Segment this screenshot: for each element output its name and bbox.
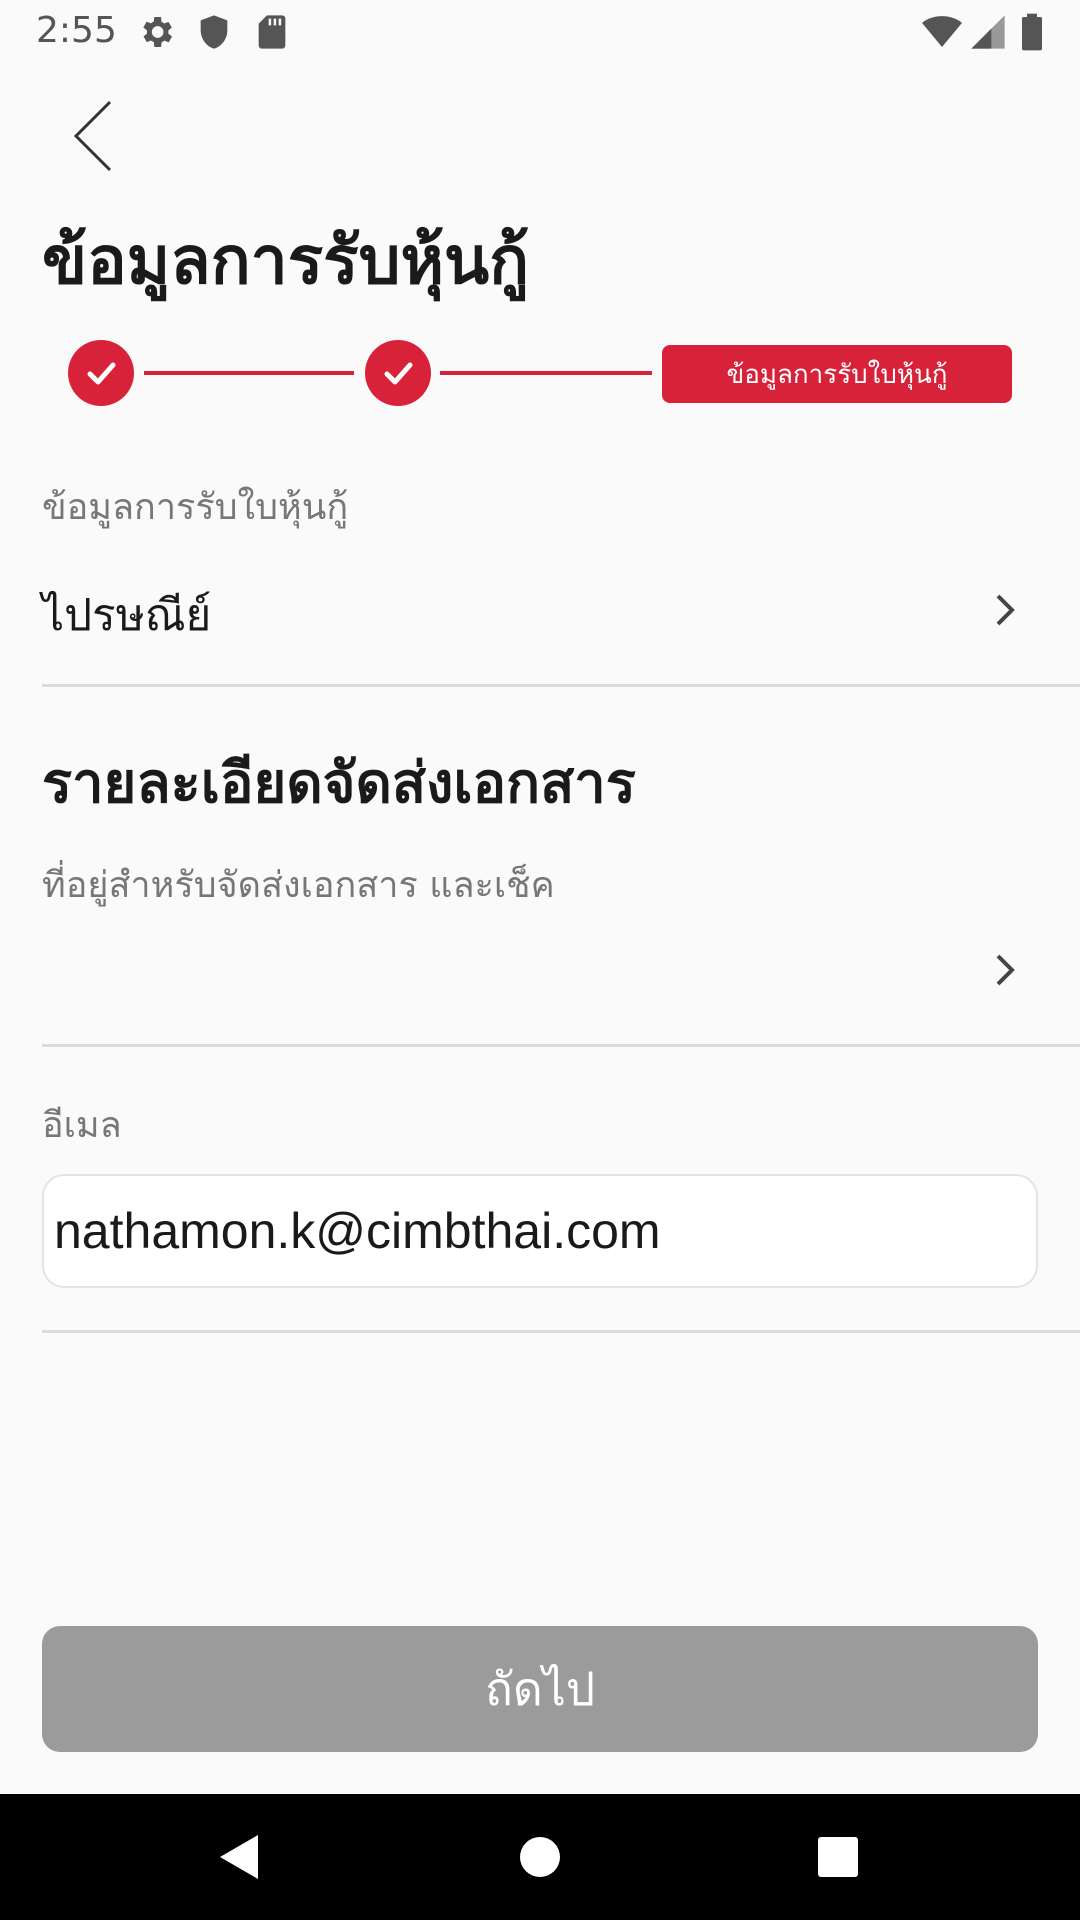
delivery-address-selector[interactable]: [0, 930, 1080, 1010]
system-nav-bar: [0, 1794, 1080, 1920]
step-1-complete: [68, 340, 134, 406]
gear-icon: [136, 12, 176, 52]
step-2-complete: [365, 340, 431, 406]
back-triangle-icon[interactable]: [210, 1827, 270, 1887]
page-title: ข้อมูลการรับหุ้นกู้: [42, 222, 530, 299]
certificate-receipt-selector[interactable]: ไปรษณีย์: [0, 570, 1080, 650]
recents-square-icon[interactable]: [808, 1827, 868, 1887]
divider: [42, 1044, 1080, 1047]
progress-stepper: ข้อมูลการรับใบหุ้นกู้: [0, 340, 1080, 408]
back-button[interactable]: [60, 96, 132, 176]
email-label: อีเมล: [42, 1105, 122, 1146]
check-icon: [384, 362, 413, 385]
screen: 2:55 ข้อมูลการรับหุ้นกู้ ข้อมูลการรับใบห…: [0, 0, 1080, 1920]
certificate-receipt-value: ไปรษณีย์: [42, 590, 212, 641]
sd-card-icon: [252, 12, 292, 52]
status-time: 2:55: [36, 10, 117, 51]
certificate-receipt-label: ข้อมูลการรับใบหุ้นกู้: [42, 487, 349, 528]
wifi-icon: [922, 12, 962, 52]
status-bar: 2:55: [0, 0, 1080, 64]
check-icon: [87, 362, 116, 385]
battery-icon: [1012, 12, 1052, 52]
delivery-address-label: ที่อยู่สำหรับจัดส่งเอกสาร และเช็ค: [42, 865, 555, 906]
divider: [42, 684, 1080, 687]
email-field[interactable]: [42, 1174, 1038, 1288]
delivery-section-title: รายละเอียดจัดส่งเอกสาร: [42, 751, 636, 816]
chevron-right-icon: [992, 590, 1020, 630]
home-circle-icon[interactable]: [510, 1827, 570, 1887]
chevron-right-icon: [992, 950, 1020, 990]
shield-icon: [194, 12, 234, 52]
next-button[interactable]: ถัดไป: [42, 1626, 1038, 1752]
step-connector: [144, 371, 354, 375]
step-3-current: ข้อมูลการรับใบหุ้นกู้: [662, 345, 1012, 403]
signal-icon: [968, 12, 1008, 52]
step-connector: [440, 371, 652, 375]
divider: [42, 1330, 1080, 1333]
chevron-left-icon: [73, 100, 112, 172]
